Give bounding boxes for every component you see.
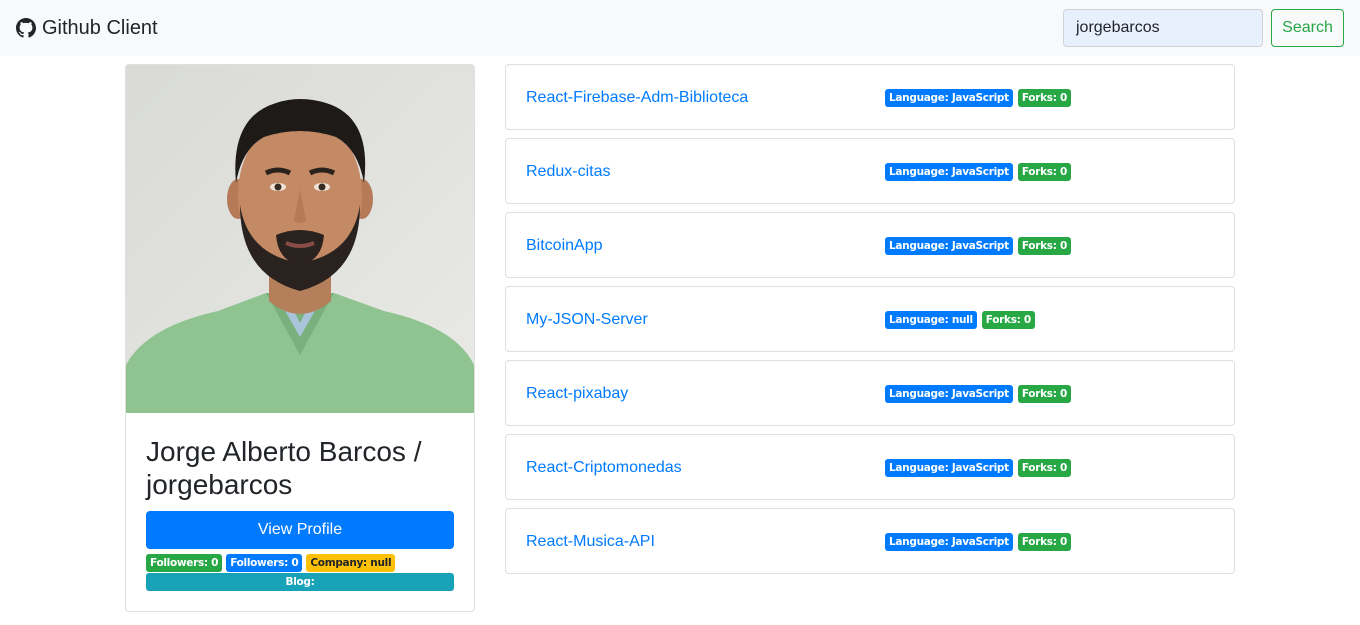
- forks-badge: Forks: 0: [1017, 385, 1071, 403]
- search-input[interactable]: [1063, 9, 1263, 47]
- repo-list: React-Firebase-Adm-Biblioteca Language: …: [505, 64, 1235, 582]
- brand-link[interactable]: Github Client: [16, 16, 158, 40]
- blog-badge: Blog:: [146, 573, 454, 591]
- github-icon: [16, 18, 36, 38]
- repo-badges: Language: JavaScript Forks: 0: [885, 237, 1071, 255]
- repo-link[interactable]: React-Firebase-Adm-Biblioteca: [526, 88, 748, 108]
- brand-title: Github Client: [42, 17, 158, 39]
- language-badge: Language: JavaScript: [885, 89, 1013, 107]
- forks-badge: Forks: 0: [1017, 89, 1071, 107]
- language-badge: Language: JavaScript: [885, 385, 1013, 403]
- repo-link[interactable]: React-Criptomonedas: [526, 458, 682, 478]
- repo-badges: Language: JavaScript Forks: 0: [885, 89, 1071, 107]
- view-profile-button[interactable]: View Profile: [146, 511, 454, 549]
- repo-card: React-Firebase-Adm-Biblioteca Language: …: [505, 64, 1235, 130]
- repo-badges: Language: JavaScript Forks: 0: [885, 163, 1071, 181]
- profile-badges: Followers: 0 Followers: 0 Company: null: [146, 554, 396, 572]
- repo-card: My-JSON-Server Language: null Forks: 0: [505, 286, 1235, 352]
- language-badge: Language: JavaScript: [885, 459, 1013, 477]
- repo-badges: Language: JavaScript Forks: 0: [885, 385, 1071, 403]
- language-badge: Language: JavaScript: [885, 533, 1013, 551]
- repo-card: Redux-citas Language: JavaScript Forks: …: [505, 138, 1235, 204]
- search-button[interactable]: Search: [1271, 9, 1344, 47]
- repo-link[interactable]: BitcoinApp: [526, 236, 603, 256]
- forks-badge: Forks: 0: [1017, 237, 1071, 255]
- forks-badge: Forks: 0: [1017, 163, 1071, 181]
- forks-badge: Forks: 0: [981, 311, 1035, 329]
- repo-badges: Language: JavaScript Forks: 0: [885, 459, 1071, 477]
- repo-link[interactable]: Redux-citas: [526, 162, 610, 182]
- language-badge: Language: JavaScript: [885, 237, 1013, 255]
- company-badge: Company: null: [306, 554, 396, 572]
- profile-name: Jorge Alberto Barcos / jorgebarcos: [146, 436, 422, 500]
- navbar: Github Client Search: [0, 0, 1360, 56]
- repo-link[interactable]: My-JSON-Server: [526, 310, 648, 330]
- avatar-photo: [126, 65, 474, 413]
- repo-card: BitcoinApp Language: JavaScript Forks: 0: [505, 212, 1235, 278]
- profile-card: Jorge Alberto Barcos / jorgebarcos View …: [125, 64, 475, 612]
- following-badge: Followers: 0: [226, 554, 303, 572]
- language-badge: Language: JavaScript: [885, 163, 1013, 181]
- repo-card: React-Criptomonedas Language: JavaScript…: [505, 434, 1235, 500]
- forks-badge: Forks: 0: [1017, 533, 1071, 551]
- language-badge: Language: null: [885, 311, 977, 329]
- repo-link[interactable]: React-pixabay: [526, 384, 628, 404]
- forks-badge: Forks: 0: [1017, 459, 1071, 477]
- repo-badges: Language: JavaScript Forks: 0: [885, 533, 1071, 551]
- repo-card: React-pixabay Language: JavaScript Forks…: [505, 360, 1235, 426]
- repo-badges: Language: null Forks: 0: [885, 311, 1035, 329]
- followers-badge: Followers: 0: [146, 554, 223, 572]
- avatar: [126, 65, 474, 413]
- repo-link[interactable]: React-Musica-API: [526, 532, 655, 552]
- repo-card: React-Musica-API Language: JavaScript Fo…: [505, 508, 1235, 574]
